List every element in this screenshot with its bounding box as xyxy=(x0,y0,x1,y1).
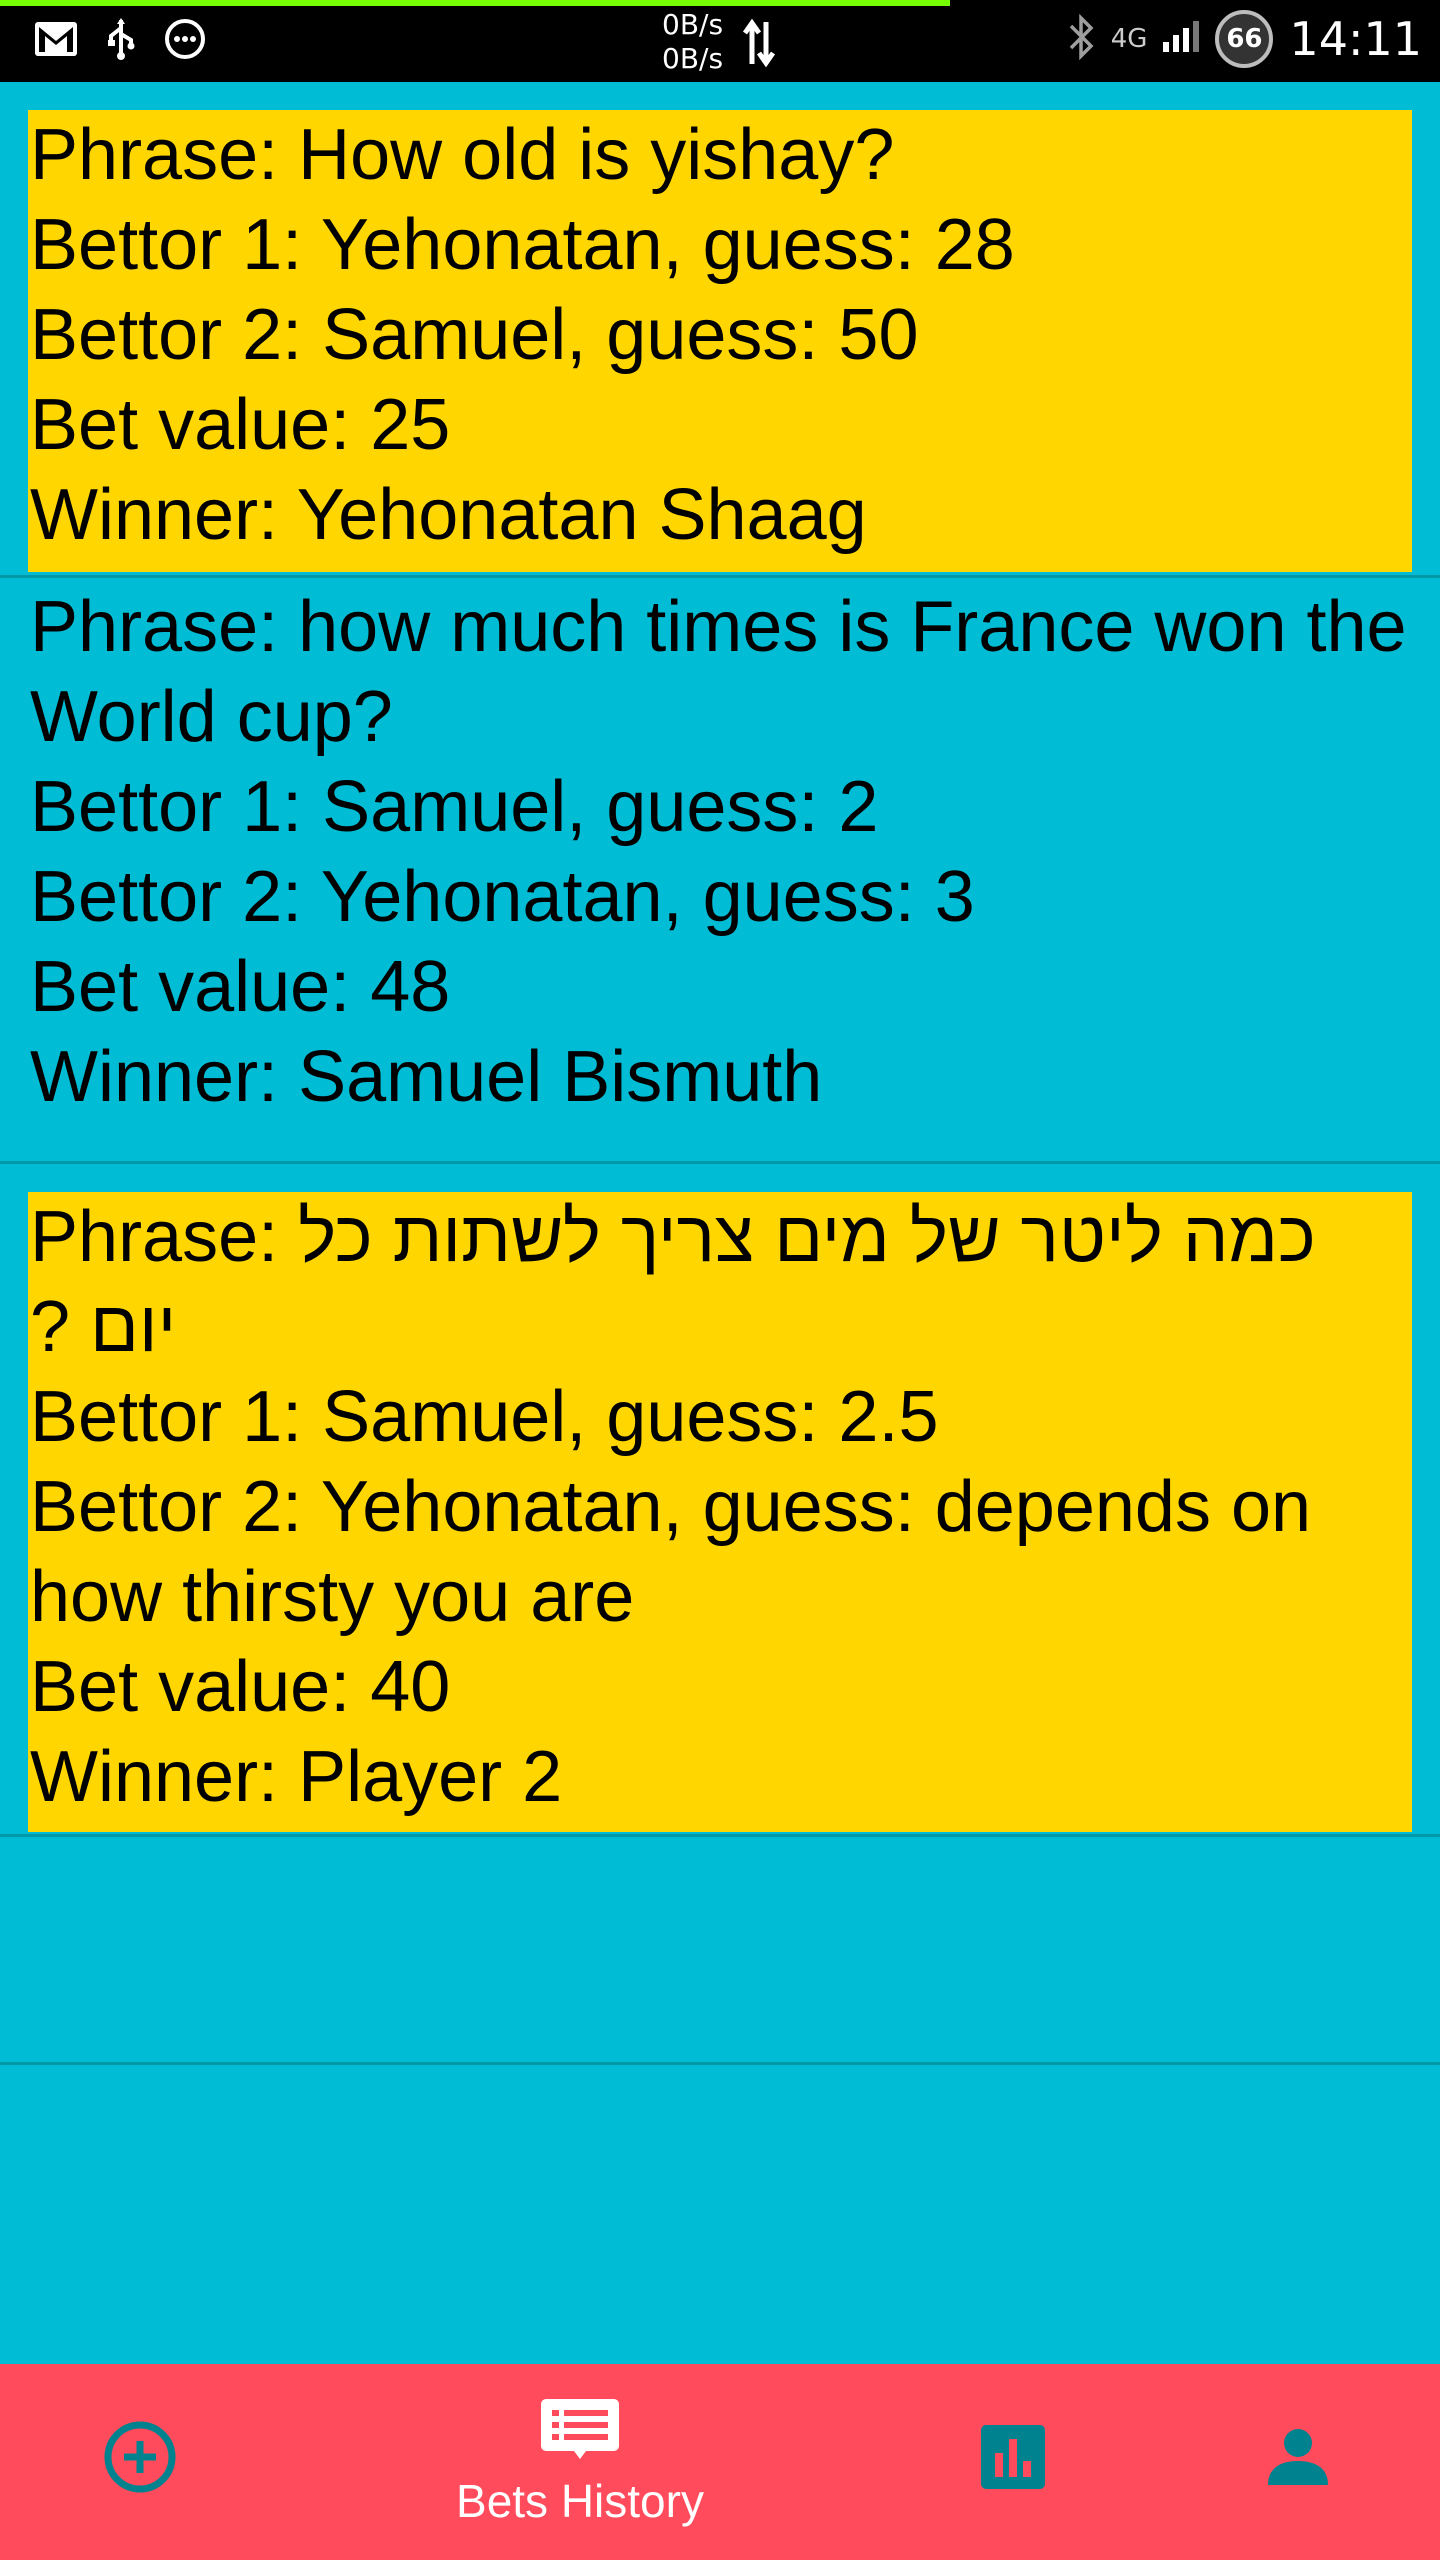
bets-history-list[interactable]: Phrase: How old is yishay? Bettor 1: Yeh… xyxy=(0,82,1440,2065)
winner: Winner: Player 2 xyxy=(30,1737,563,1817)
person-icon xyxy=(1266,2427,1330,2492)
signal-icon xyxy=(1161,20,1201,59)
empty-list-row xyxy=(0,1837,1440,2065)
add-circle-icon xyxy=(102,2419,178,2500)
bettor-1: Bettor 1: Yehonatan, guess: 28 xyxy=(30,205,1015,285)
system-icons: 4G 66 14:11 xyxy=(1067,10,1422,68)
bets-history-icon xyxy=(540,2397,620,2468)
phrase-text: How old is yishay? xyxy=(298,115,895,195)
bettor-1: Bettor 1: Samuel, guess: 2.5 xyxy=(30,1377,939,1457)
bettor-1: Bettor 1: Samuel, guess: 2 xyxy=(30,767,879,847)
bettor-2: Bettor 2: Yehonatan, guess: 3 xyxy=(30,857,975,937)
phrase-label: Phrase: xyxy=(30,1197,299,1277)
gmail-icon xyxy=(34,21,78,57)
download-progress-strip xyxy=(0,0,950,6)
list-item[interactable]: Phrase: How old is yishay? Bettor 1: Yeh… xyxy=(0,82,1440,578)
list-item[interactable]: Phrase: כמה ליטר של מים צריך לשתות כל יו… xyxy=(0,1164,1440,1837)
clock: 14:11 xyxy=(1289,12,1422,66)
bet-card: Phrase: כמה ליטר של מים צריך לשתות כל יו… xyxy=(28,1192,1412,1832)
bettor-2: Bettor 2: Yehonatan, guess: depends on h… xyxy=(30,1467,1312,1637)
bluetooth-icon xyxy=(1067,13,1097,65)
bet-value: Bet value: 48 xyxy=(30,947,451,1027)
nav-label-bets-history: Bets History xyxy=(456,2474,704,2527)
phrase-line: Phrase: How old is yishay? xyxy=(30,110,1412,200)
usb-icon xyxy=(106,18,136,60)
data-arrows-icon xyxy=(742,18,776,73)
nav-new-bet[interactable] xyxy=(60,2364,220,2560)
bet-card: Phrase: how much times is France won the… xyxy=(28,582,1412,1142)
nav-profile[interactable] xyxy=(1218,2364,1378,2560)
download-speed: 0B/s xyxy=(662,42,724,75)
phrase-line: Phrase: how much times is France won the… xyxy=(30,582,1412,762)
bar-chart-icon xyxy=(979,2423,1047,2496)
bet-value: Bet value: 40 xyxy=(30,1647,451,1727)
network-speed: 0B/s 0B/s xyxy=(662,8,723,76)
upload-speed: 0B/s xyxy=(662,8,724,41)
nav-bets-history[interactable]: Bets History xyxy=(400,2364,760,2560)
winner: Winner: Yehonatan Shaag xyxy=(30,475,867,555)
bet-value: Bet value: 25 xyxy=(30,385,451,465)
battery-icon: 66 xyxy=(1215,10,1274,68)
nav-statistics[interactable] xyxy=(933,2364,1093,2560)
list-item[interactable]: Phrase: how much times is France won the… xyxy=(0,578,1440,1164)
bet-card: Phrase: How old is yishay? Bettor 1: Yeh… xyxy=(28,110,1412,572)
phrase-label: Phrase: xyxy=(30,115,299,195)
status-bar: 0B/s 0B/s 4G 66 14:11 xyxy=(0,0,1440,82)
bottom-navigation: Bets History xyxy=(0,2364,1440,2560)
bettor-2: Bettor 2: Samuel, guess: 50 xyxy=(30,295,919,375)
phrase-label: Phrase: xyxy=(30,587,299,667)
network-type: 4G xyxy=(1110,24,1148,54)
winner: Winner: Samuel Bismuth xyxy=(30,1037,823,1117)
more-dots-icon xyxy=(164,18,206,60)
phrase-line: Phrase: כמה ליטר של מים צריך לשתות כל יו… xyxy=(30,1192,1412,1372)
notification-icons xyxy=(34,18,206,60)
